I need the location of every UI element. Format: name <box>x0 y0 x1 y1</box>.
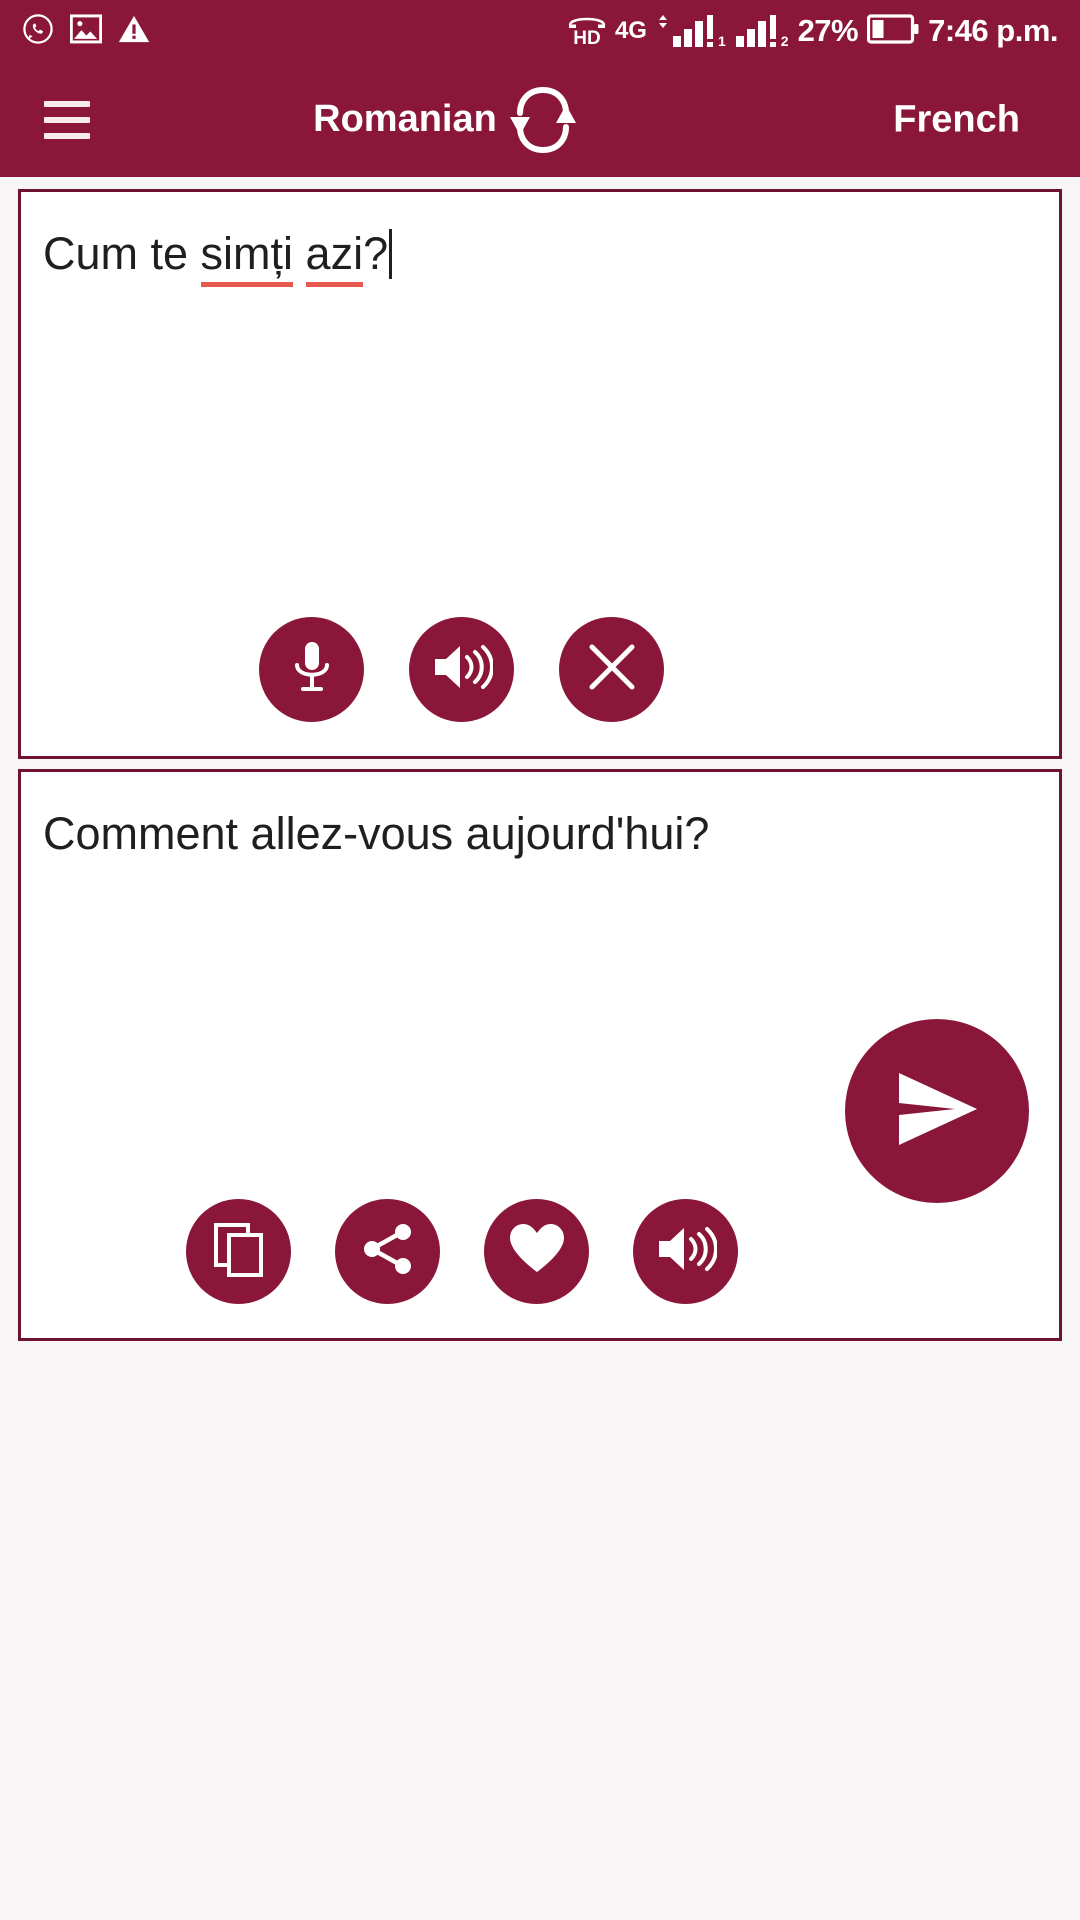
speak-source-button[interactable] <box>409 617 514 722</box>
target-language-label[interactable]: French <box>893 98 1020 141</box>
source-text-prefix: Cum te <box>43 228 201 279</box>
clock-label: 7:46 p.m. <box>928 13 1058 48</box>
microphone-button[interactable] <box>259 617 364 722</box>
menu-line-3 <box>44 132 90 139</box>
status-bar-right: HD 4G 1 2 27% 7:46 p.m. <box>568 13 1058 50</box>
menu-line-1 <box>44 100 90 107</box>
image-icon <box>69 13 103 49</box>
source-action-buttons <box>21 617 1059 722</box>
copy-icon <box>212 1221 266 1282</box>
signal-bars-sim2: 2 <box>735 14 789 48</box>
status-bar: HD 4G 1 2 27% 7:46 p.m. <box>0 0 1080 62</box>
source-text-suffix: ? <box>363 228 389 279</box>
battery-icon <box>867 13 919 50</box>
favorite-button[interactable] <box>484 1199 589 1304</box>
microphone-icon <box>286 638 338 701</box>
source-text-middle <box>293 228 306 279</box>
target-action-buttons <box>21 1199 1059 1304</box>
warning-icon <box>118 14 150 49</box>
source-misspelled-word-2: azi <box>305 228 364 287</box>
sim1-label: 1 <box>717 33 726 49</box>
whatsapp-icon <box>22 13 54 50</box>
send-button[interactable] <box>845 1019 1029 1203</box>
clear-button[interactable] <box>559 617 664 722</box>
app-bar: Romanian French <box>0 62 1080 177</box>
text-cursor <box>389 229 393 279</box>
speaker-icon <box>431 641 494 698</box>
share-button[interactable] <box>335 1199 440 1304</box>
status-bar-left <box>22 13 150 50</box>
source-text[interactable]: Cum te simți azi? <box>43 226 1037 287</box>
battery-percent-label: 27% <box>797 13 859 48</box>
target-text: Comment allez-vous aujourd'hui? <box>43 808 710 859</box>
speaker-icon <box>655 1223 718 1280</box>
heart-icon <box>508 1222 566 1281</box>
menu-line-2 <box>44 116 90 123</box>
volte-label: HD <box>573 28 601 49</box>
network-type-label: 4G <box>614 17 647 44</box>
volte-hd-icon: HD <box>568 14 606 48</box>
swap-languages-icon[interactable] <box>500 77 586 163</box>
share-icon <box>360 1221 416 1282</box>
source-language-label[interactable]: Romanian <box>0 98 945 141</box>
speak-target-button[interactable] <box>633 1199 738 1304</box>
source-misspelled-word-1: simți <box>200 228 294 287</box>
source-text-panel[interactable]: Cum te simți azi? <box>18 189 1062 759</box>
hamburger-menu-icon[interactable] <box>30 83 104 157</box>
translation-content: Cum te simți azi? Comment allez-vous auj… <box>0 177 1080 1341</box>
send-icon <box>885 1063 989 1160</box>
copy-button[interactable] <box>186 1199 291 1304</box>
sim2-label: 2 <box>780 33 789 49</box>
signal-bars-sim1: 1 <box>656 14 726 48</box>
close-icon <box>586 641 638 698</box>
